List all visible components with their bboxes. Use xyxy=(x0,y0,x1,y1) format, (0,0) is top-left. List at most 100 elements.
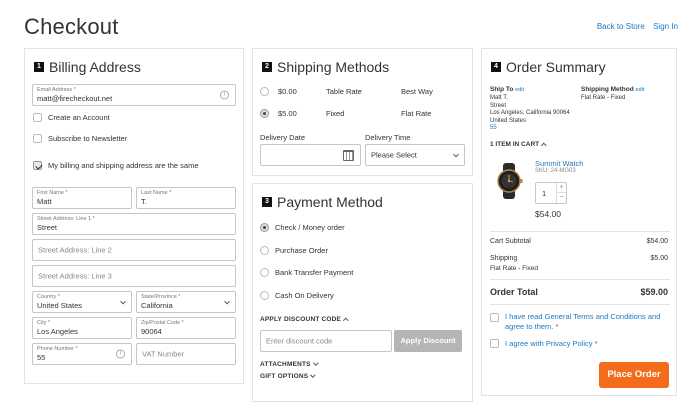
required-marker: * xyxy=(594,339,598,348)
product-sku: SKU: 24-MG03 xyxy=(535,168,576,174)
quantity-decrement-icon[interactable]: − xyxy=(556,193,566,203)
phone-field[interactable]: Phone Number * 55 i xyxy=(32,343,132,365)
checkbox-icon[interactable] xyxy=(490,339,499,348)
payment-option-cash-on-delivery[interactable]: Cash On Delivery xyxy=(260,291,334,300)
sign-in-link[interactable]: Sign In xyxy=(653,22,678,31)
zip-field[interactable]: Zip/Postal Code * 90064 xyxy=(136,317,236,339)
billing-address-title: 1 Billing Address xyxy=(34,59,141,75)
shipping-method-value: Flat Rate - Fixed xyxy=(581,95,626,101)
shipping-methods-title: 2 Shipping Methods xyxy=(262,59,389,75)
discount-code-input[interactable]: Enter discount code xyxy=(260,330,392,352)
quantity-value: 1 xyxy=(542,189,547,198)
shipping-rate-name: Fixed xyxy=(326,108,345,118)
state-label: State/Province * xyxy=(141,294,181,300)
radio-button[interactable] xyxy=(260,291,269,300)
step-number-1: 1 xyxy=(34,62,44,72)
shipping-option-table-rate[interactable]: $0.00 Table Rate Best Way xyxy=(260,83,472,99)
state-value: California xyxy=(141,301,173,310)
email-field[interactable]: Email Address * matt@firecheckout.net i xyxy=(32,84,236,106)
payment-method-title: 3 Payment Method xyxy=(262,194,383,210)
quantity-increment-icon[interactable]: + xyxy=(556,183,566,193)
ship-to-edit-link[interactable]: edit xyxy=(515,87,524,93)
divider xyxy=(490,279,670,280)
info-icon[interactable]: i xyxy=(220,90,229,100)
first-name-field[interactable]: First Name * Matt xyxy=(32,187,132,209)
divider xyxy=(490,231,670,232)
subscribe-newsletter-checkbox[interactable]: Subscribe to Newsletter xyxy=(33,134,127,143)
required-marker: * xyxy=(555,322,559,331)
city-field[interactable]: City * Los Angeles xyxy=(32,317,132,339)
items-in-cart-toggle[interactable]: 1 ITEM IN CART xyxy=(490,141,547,148)
radio-button[interactable] xyxy=(260,246,269,255)
shipping-total-value: $5.00 xyxy=(650,255,668,262)
privacy-checkbox[interactable]: I agree with Privacy Policy * xyxy=(490,339,598,348)
terms-link[interactable]: I have read General Terms and Conditions… xyxy=(505,312,670,332)
radio-button-selected[interactable] xyxy=(260,223,269,232)
product-price: $54.00 xyxy=(535,209,561,219)
delivery-date-input[interactable] xyxy=(260,144,361,166)
ship-to-phone[interactable]: 55 xyxy=(490,125,570,133)
top-links: Back to Store Sign In xyxy=(591,22,678,31)
payment-option-label: Cash On Delivery xyxy=(275,291,334,300)
radio-button-selected[interactable] xyxy=(260,108,269,118)
vat-number-field[interactable]: VAT Number xyxy=(136,343,236,365)
checkbox-icon[interactable] xyxy=(33,134,42,143)
last-name-field[interactable]: Last Name * T. xyxy=(136,187,236,209)
apply-discount-toggle[interactable]: APPLY DISCOUNT CODE xyxy=(260,316,349,323)
first-name-value: Matt xyxy=(37,197,52,206)
terms-checkbox[interactable]: I have read General Terms and Conditions… xyxy=(490,312,670,332)
delivery-time-select[interactable]: Please Select xyxy=(365,144,465,166)
gift-options-toggle[interactable]: GIFT OPTIONS xyxy=(260,372,316,380)
state-select[interactable]: State/Province * California xyxy=(136,291,236,313)
shipping-rate-name: Table Rate xyxy=(326,86,362,96)
payment-option-purchase-order[interactable]: Purchase Order xyxy=(260,246,328,255)
back-to-store-link[interactable]: Back to Store xyxy=(597,22,645,31)
items-in-cart-label: 1 ITEM IN CART xyxy=(490,141,540,148)
radio-button[interactable] xyxy=(260,86,269,96)
chevron-up-icon xyxy=(343,317,349,323)
shipping-option-fixed[interactable]: $5.00 Fixed Flat Rate xyxy=(260,105,472,121)
checkbox-icon[interactable] xyxy=(490,313,499,322)
terms-text: I have read General Terms and Conditions… xyxy=(505,312,661,331)
payment-option-bank-transfer[interactable]: Bank Transfer Payment xyxy=(260,268,353,277)
street-line-1-field[interactable]: Street Address: Line 1 * Street xyxy=(32,213,236,235)
ship-to-line: Matt T. xyxy=(490,95,508,101)
calendar-icon[interactable] xyxy=(343,150,354,161)
gift-options-label: GIFT OPTIONS xyxy=(260,373,309,380)
city-value: Los Angeles xyxy=(37,327,78,336)
delivery-time-value: Please Select xyxy=(371,150,417,160)
shipping-methods-heading: Shipping Methods xyxy=(277,59,390,75)
ship-to-address: Matt T. Street Los Angeles, California 9… xyxy=(490,95,570,133)
checkbox-checked-icon[interactable] xyxy=(33,161,42,170)
order-summary-panel: 4 Order Summary Ship To edit Matt T. Str… xyxy=(481,48,677,396)
billing-address-heading: Billing Address xyxy=(49,59,141,75)
country-value: United States xyxy=(37,301,83,310)
order-total-label: Order Total xyxy=(490,287,538,297)
apply-discount-button[interactable]: Apply Discount xyxy=(394,330,462,352)
create-account-checkbox[interactable]: Create an Account xyxy=(33,113,110,122)
payment-option-label: Check / Money order xyxy=(275,223,345,232)
checkbox-icon[interactable] xyxy=(33,113,42,122)
step-number-4: 4 xyxy=(491,62,501,72)
radio-button[interactable] xyxy=(260,268,269,277)
info-icon[interactable]: i xyxy=(116,349,125,359)
street-line-2-field[interactable]: Street Address: Line 2 xyxy=(32,239,236,261)
country-select[interactable]: Country * United States xyxy=(32,291,132,313)
place-order-button[interactable]: Place Order xyxy=(599,362,669,388)
order-summary-heading: Order Summary xyxy=(506,59,606,75)
step-number-3: 3 xyxy=(262,197,272,207)
payment-option-check[interactable]: Check / Money order xyxy=(260,223,345,232)
privacy-policy-link[interactable]: I agree with Privacy Policy * xyxy=(505,339,598,348)
chevron-down-icon xyxy=(224,298,230,305)
watch-icon xyxy=(497,163,523,199)
zip-value: 90064 xyxy=(141,327,162,336)
street-line-2-placeholder: Street Address: Line 2 xyxy=(38,245,112,255)
street-line-3-field[interactable]: Street Address: Line 3 xyxy=(32,265,236,287)
same-address-checkbox[interactable]: My billing and shipping address are the … xyxy=(33,161,199,170)
vat-number-placeholder: VAT Number xyxy=(142,349,185,359)
attachments-toggle[interactable]: ATTACHMENTS xyxy=(260,360,318,368)
shipping-carrier-name: Best Way xyxy=(401,86,433,96)
shipping-method-edit-link[interactable]: edit xyxy=(636,87,645,93)
quantity-stepper[interactable]: 1 + − xyxy=(535,182,567,204)
product-name-link[interactable]: Summit Watch xyxy=(535,159,583,168)
